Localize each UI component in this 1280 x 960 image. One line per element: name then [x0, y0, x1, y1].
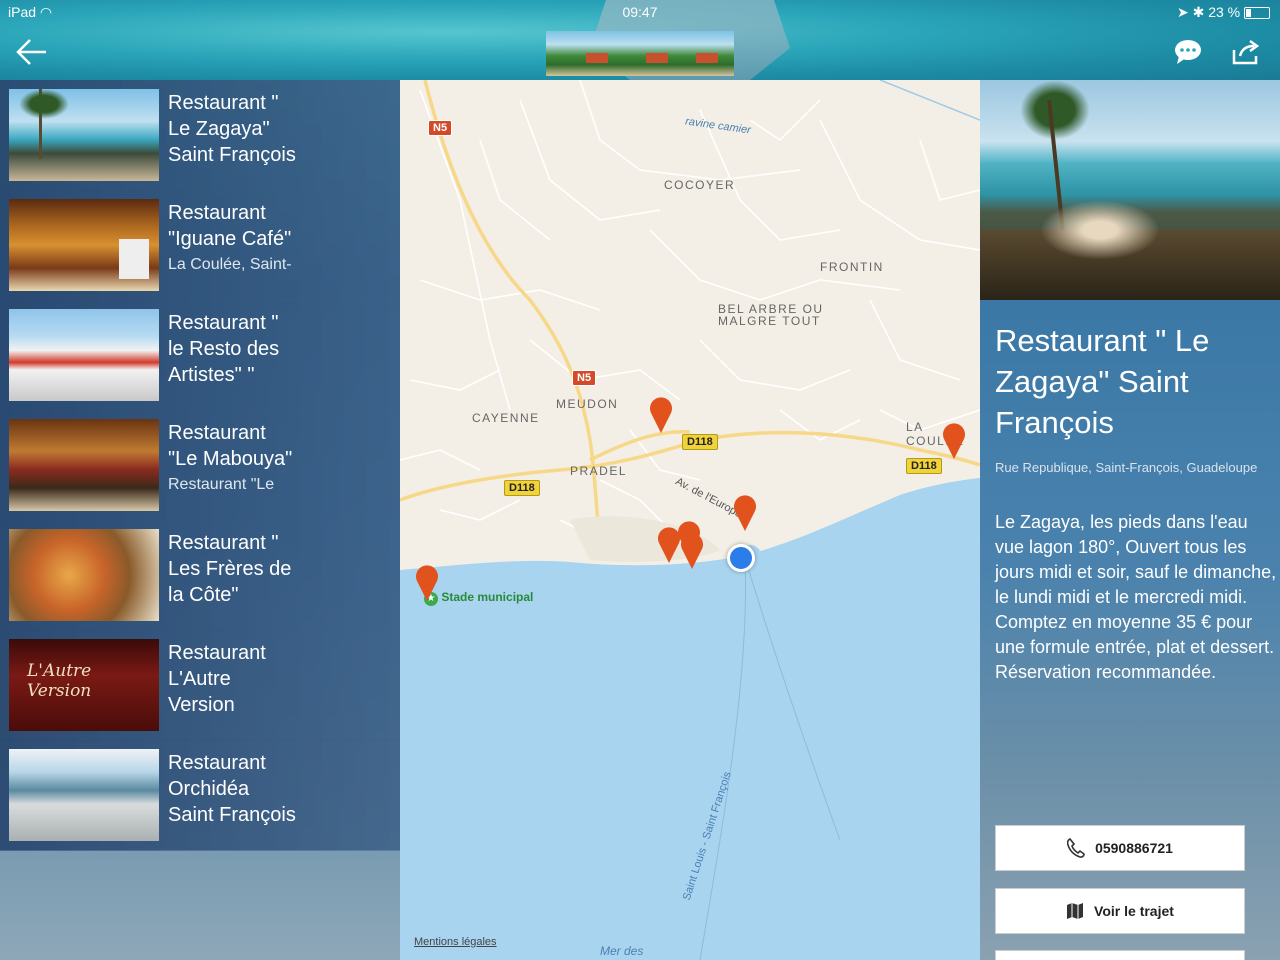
detail-title: Restaurant " Le Zagaya" Saint François: [995, 323, 1210, 440]
speech-bubble-icon: [1175, 40, 1201, 64]
route-button[interactable]: Voir le trajet: [995, 888, 1245, 934]
item-subtitle: La Coulée, Saint-: [168, 256, 292, 273]
phone-number: 0590886721: [1095, 840, 1173, 856]
thumbnail-zagaya: [9, 89, 159, 181]
item-title-line: Le Zagaya": [168, 118, 270, 140]
back-button[interactable]: [14, 36, 50, 68]
restaurant-photo: [980, 80, 1280, 300]
thumbnail-artistes: [9, 309, 159, 401]
header-thumbnail: [546, 31, 734, 76]
map-pin-icon[interactable]: [648, 396, 674, 434]
place-label: PRADEL: [570, 464, 628, 478]
route-label: Voir le trajet: [1094, 903, 1174, 919]
list-item[interactable]: Restaurant " le Resto des Artistes" ": [0, 300, 400, 411]
list-item[interactable]: Restaurant " Le Zagaya" Saint François: [0, 80, 400, 191]
thumbnail-orchidea: [9, 749, 159, 841]
battery-percent: 23 %: [1208, 4, 1241, 20]
detail-address: Rue Republique, Saint-François, Guadelou…: [995, 460, 1258, 475]
map-view[interactable]: N5 N5 D118 D118 D118 COCOYER FRONTIN BEL…: [400, 80, 980, 960]
road-badge-d118: D118: [906, 458, 942, 474]
bluetooth-icon: ✱: [1192, 4, 1205, 20]
battery-icon: [1244, 7, 1270, 20]
road-badge-d118: D118: [504, 480, 540, 496]
place-label: COCOYER: [664, 178, 736, 192]
item-title-line: Les Frères de: [168, 558, 292, 580]
road-badge-d118: D118: [682, 434, 718, 450]
item-title-line: Restaurant: [168, 752, 266, 774]
place-label: MEUDON: [556, 397, 619, 411]
comment-button[interactable]: [1172, 38, 1204, 66]
list-item[interactable]: Restaurant "Iguane Café" La Coulée, Sain…: [0, 190, 400, 301]
detail-panel: Restaurant " Le Zagaya" Saint François R…: [980, 80, 1280, 960]
item-title-line: Restaurant ": [168, 92, 279, 114]
legal-link[interactable]: Mentions légales: [414, 936, 497, 948]
road-badge-n5: N5: [572, 370, 597, 386]
item-title-line: Restaurant: [168, 422, 266, 444]
map-pin-icon[interactable]: [732, 494, 758, 532]
list-item[interactable]: Restaurant "Le Mabouya" Restaurant "Le: [0, 410, 400, 521]
detail-body: Restaurant " Le Zagaya" Saint François R…: [980, 300, 1280, 960]
item-title-line: Saint François: [168, 144, 296, 166]
restaurant-list: Restaurant " Le Zagaya" Saint François R…: [0, 80, 400, 851]
share-button[interactable]: [1230, 38, 1262, 66]
thumbnail-freres: [9, 529, 159, 621]
place-label: FRONTIN: [820, 260, 884, 274]
item-title-line: Restaurant: [168, 202, 266, 224]
item-title-line: "Iguane Café": [168, 228, 292, 250]
map-pin-icon[interactable]: [414, 564, 440, 602]
current-location-dot: [727, 544, 755, 572]
item-title-line: la Côte": [168, 584, 239, 606]
more-button[interactable]: [995, 950, 1245, 960]
sea-label: Mer des: [600, 944, 644, 958]
status-right: ➤ ✱ 23 %: [1177, 4, 1270, 21]
map-icon: [1067, 903, 1084, 919]
map-pin-icon[interactable]: [679, 532, 705, 570]
list-item[interactable]: L'Autre Version Restaurant L'Autre Versi…: [0, 630, 400, 741]
item-title-line: Restaurant ": [168, 312, 279, 334]
thumbnail-iguane: [9, 199, 159, 291]
stadium-label: ★ Stade municipal: [424, 590, 533, 606]
item-subtitle: Restaurant "Le: [168, 476, 275, 493]
list-item[interactable]: Restaurant Orchidéa Saint François: [0, 740, 400, 851]
call-button[interactable]: 0590886721: [995, 825, 1245, 871]
back-arrow-icon: [16, 39, 46, 65]
thumbnail-autre-version: L'Autre Version: [9, 639, 159, 731]
detail-description: Le Zagaya, les pieds dans l'eau vue lago…: [995, 512, 1277, 682]
logo-text: L'Autre Version: [27, 661, 92, 701]
item-title-line: L'Autre: [168, 668, 231, 690]
location-arrow-icon: ➤: [1176, 4, 1189, 20]
place-label: MALGRE TOUT: [718, 314, 821, 328]
map-pin-icon[interactable]: [941, 422, 967, 460]
item-title-line: Restaurant: [168, 642, 266, 664]
item-title-line: Saint François: [168, 804, 296, 826]
top-bar: iPad ◠ 09:47 ➤ ✱ 23 %: [0, 0, 1280, 80]
road-badge-n5: N5: [428, 120, 453, 136]
item-title-line: Artistes" ": [168, 364, 255, 386]
stadium-name: Stade municipal: [441, 590, 534, 604]
list-item[interactable]: Restaurant " Les Frères de la Côte": [0, 520, 400, 631]
phone-icon: [1067, 838, 1085, 858]
place-label: CAYENNE: [472, 411, 540, 425]
status-time: 09:47: [622, 4, 658, 20]
item-title-line: le Resto des: [168, 338, 280, 360]
thumbnail-mabouya: [9, 419, 159, 511]
item-title-line: Orchidéa: [168, 778, 250, 800]
item-title-line: Restaurant ": [168, 532, 279, 554]
share-icon: [1232, 39, 1260, 65]
item-title-line: Version: [168, 694, 235, 716]
item-title-line: "Le Mabouya": [168, 448, 293, 470]
